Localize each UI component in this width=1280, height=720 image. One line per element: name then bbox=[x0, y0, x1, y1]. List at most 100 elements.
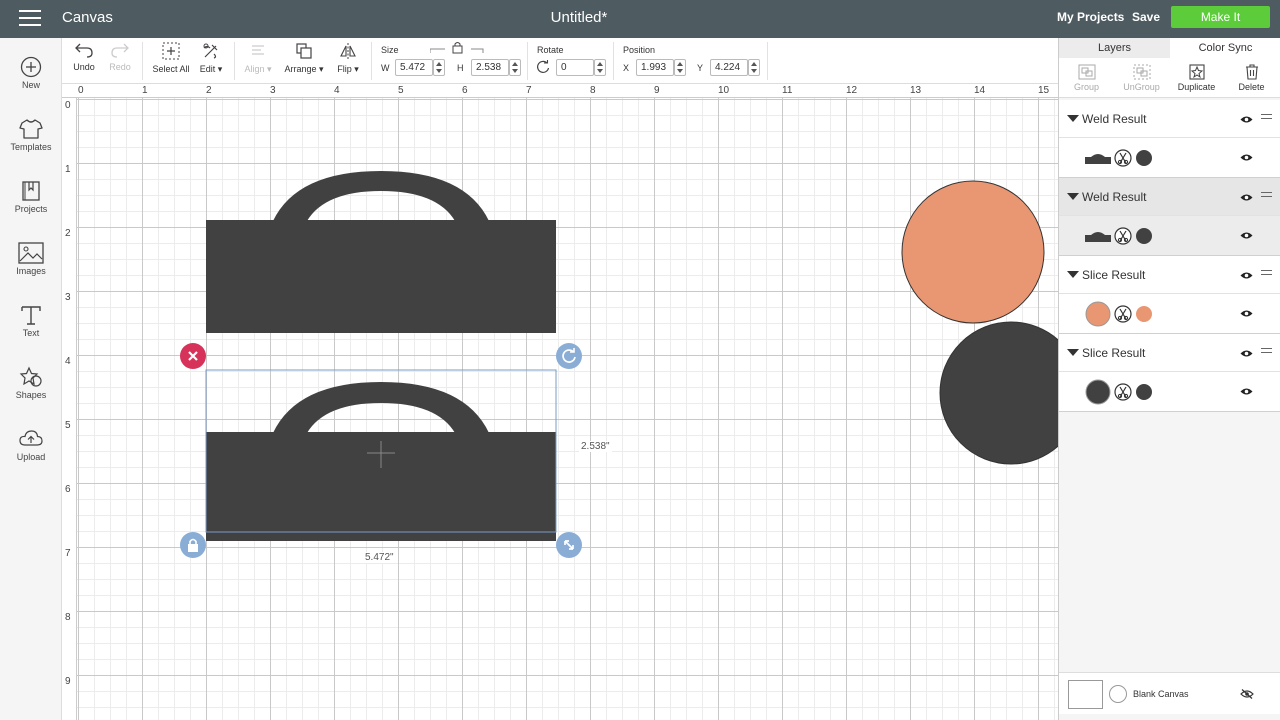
collapse-triangle-icon[interactable] bbox=[1067, 349, 1079, 356]
left-sidebar: New Templates Projects Images Text Shape… bbox=[0, 38, 62, 720]
align-dropdown[interactable]: Align ▾ bbox=[242, 42, 274, 75]
rotate-input[interactable]: 0 bbox=[556, 59, 594, 76]
sidebar-item-images[interactable]: Images bbox=[0, 242, 62, 276]
ruler-tick-label: 1 bbox=[142, 85, 148, 96]
layer-item[interactable] bbox=[1059, 216, 1280, 256]
align-label: Align ▾ bbox=[244, 64, 272, 74]
layer-item[interactable] bbox=[1059, 294, 1280, 334]
delete-handle[interactable] bbox=[180, 343, 206, 369]
peach-dot-icon bbox=[1136, 306, 1152, 322]
layer-group-header[interactable]: Slice Result bbox=[1059, 334, 1280, 372]
layer-group-header[interactable]: Weld Result bbox=[1059, 100, 1280, 138]
edit-label: Edit ▾ bbox=[199, 64, 223, 74]
make-it-button[interactable]: Make It bbox=[1171, 6, 1270, 28]
ruler-tick-label: 8 bbox=[590, 85, 596, 96]
width-dimension-label: 5.472" bbox=[363, 552, 396, 563]
ruler-tick-label: 2 bbox=[65, 228, 71, 239]
redo-label: Redo bbox=[109, 62, 131, 72]
ruler-tick-label: 14 bbox=[974, 85, 986, 96]
x-stepper[interactable] bbox=[674, 59, 686, 76]
collapse-triangle-icon[interactable] bbox=[1067, 193, 1079, 200]
undo-icon bbox=[75, 43, 93, 58]
sidebar-item-templates[interactable]: Templates bbox=[0, 118, 62, 152]
tab-layers[interactable]: Layers bbox=[1059, 38, 1170, 58]
height-input[interactable]: 2.538 bbox=[471, 59, 509, 76]
ruler-tick-label: 9 bbox=[65, 676, 71, 687]
my-projects-link[interactable]: My Projects bbox=[1057, 10, 1124, 24]
drag-handle-icon[interactable] bbox=[1261, 192, 1272, 200]
sidebar-item-projects[interactable]: Projects bbox=[0, 180, 62, 214]
drag-handle-icon[interactable] bbox=[1261, 270, 1272, 278]
width-input[interactable]: 5.472 bbox=[395, 59, 433, 76]
layer-group-header[interactable]: Slice Result bbox=[1059, 256, 1280, 294]
tab-color-sync[interactable]: Color Sync bbox=[1170, 38, 1280, 58]
layer-group-slice-2: Slice Result bbox=[1059, 334, 1280, 412]
flip-dropdown[interactable]: Flip ▾ bbox=[333, 42, 363, 75]
panel-tabs: Layers Color Sync bbox=[1059, 38, 1280, 58]
ruler-tick-label: 7 bbox=[526, 85, 532, 96]
bag-shape-top[interactable] bbox=[206, 171, 556, 333]
width-field-label: W bbox=[381, 63, 390, 73]
rotate-label: Rotate bbox=[537, 45, 564, 55]
document-title[interactable]: Untitled* bbox=[0, 9, 1158, 26]
lock-handle[interactable] bbox=[180, 532, 206, 558]
save-button[interactable]: Save bbox=[1132, 10, 1160, 24]
layer-name: Slice Result bbox=[1082, 268, 1146, 282]
rotate-handle[interactable] bbox=[556, 343, 582, 369]
y-field-label: Y bbox=[697, 63, 704, 73]
sidebar-item-label: New bbox=[21, 80, 40, 90]
undo-button[interactable]: Undo bbox=[70, 42, 98, 72]
duplicate-button[interactable]: Duplicate bbox=[1169, 64, 1224, 92]
eye-icon[interactable] bbox=[1240, 193, 1253, 202]
height-stepper[interactable] bbox=[509, 59, 521, 76]
select-all-button[interactable]: Select All bbox=[150, 42, 192, 74]
sidebar-item-shapes[interactable]: Shapes bbox=[0, 366, 62, 400]
sidebar-item-label: Shapes bbox=[15, 390, 47, 400]
edit-dropdown[interactable]: Edit ▾ bbox=[196, 42, 226, 75]
collapse-triangle-icon[interactable] bbox=[1067, 271, 1079, 278]
sidebar-item-text[interactable]: Text bbox=[0, 304, 62, 338]
ruler-tick-label: 2 bbox=[206, 85, 212, 96]
width-stepper[interactable] bbox=[433, 59, 445, 76]
redo-button[interactable]: Redo bbox=[106, 42, 134, 72]
sidebar-item-upload[interactable]: Upload bbox=[0, 428, 62, 462]
delete-button[interactable]: Delete bbox=[1224, 64, 1279, 92]
eye-off-icon[interactable] bbox=[1240, 689, 1254, 699]
resize-handle[interactable] bbox=[556, 532, 582, 558]
eye-icon[interactable] bbox=[1240, 271, 1253, 280]
drag-handle-icon[interactable] bbox=[1261, 348, 1272, 356]
toolbar-divider bbox=[613, 42, 614, 80]
ungroup-button[interactable]: UnGroup bbox=[1114, 64, 1169, 92]
eye-icon[interactable] bbox=[1240, 231, 1253, 240]
eye-icon[interactable] bbox=[1240, 387, 1253, 396]
layer-item[interactable] bbox=[1059, 372, 1280, 412]
design-canvas[interactable]: 2.538" 5.472" bbox=[77, 98, 1058, 720]
dark-circle-shape[interactable] bbox=[939, 321, 1058, 465]
sidebar-item-new[interactable]: New bbox=[0, 56, 62, 90]
x-input[interactable]: 1.993 bbox=[636, 59, 674, 76]
dark-dot-icon bbox=[1136, 384, 1152, 400]
y-input[interactable]: 4.224 bbox=[710, 59, 748, 76]
group-button[interactable]: Group bbox=[1059, 64, 1114, 92]
rotate-stepper[interactable] bbox=[594, 59, 606, 76]
layer-item[interactable] bbox=[1059, 138, 1280, 178]
drag-handle-icon[interactable] bbox=[1261, 114, 1272, 122]
lock-proportions-icon[interactable] bbox=[430, 41, 486, 55]
collapse-triangle-icon[interactable] bbox=[1067, 115, 1079, 122]
arrange-label: Arrange ▾ bbox=[284, 64, 324, 74]
eye-icon[interactable] bbox=[1240, 153, 1253, 162]
eye-icon[interactable] bbox=[1240, 115, 1253, 124]
rotate-icon bbox=[537, 60, 550, 73]
blank-canvas-color-icon[interactable] bbox=[1109, 685, 1127, 703]
size-label: Size bbox=[381, 45, 399, 55]
peach-circle-shape[interactable] bbox=[901, 180, 1045, 324]
layer-group-header[interactable]: Weld Result bbox=[1059, 178, 1280, 216]
eye-icon[interactable] bbox=[1240, 349, 1253, 358]
peach-circle-thumbnail-icon bbox=[1085, 301, 1111, 327]
layer-group-weld-2: Weld Result bbox=[1059, 178, 1280, 256]
y-stepper[interactable] bbox=[748, 59, 760, 76]
blank-canvas-swatch[interactable] bbox=[1068, 680, 1103, 709]
eye-icon[interactable] bbox=[1240, 309, 1253, 318]
arrange-dropdown[interactable]: Arrange ▾ bbox=[282, 42, 326, 75]
x-field-label: X bbox=[623, 63, 630, 73]
